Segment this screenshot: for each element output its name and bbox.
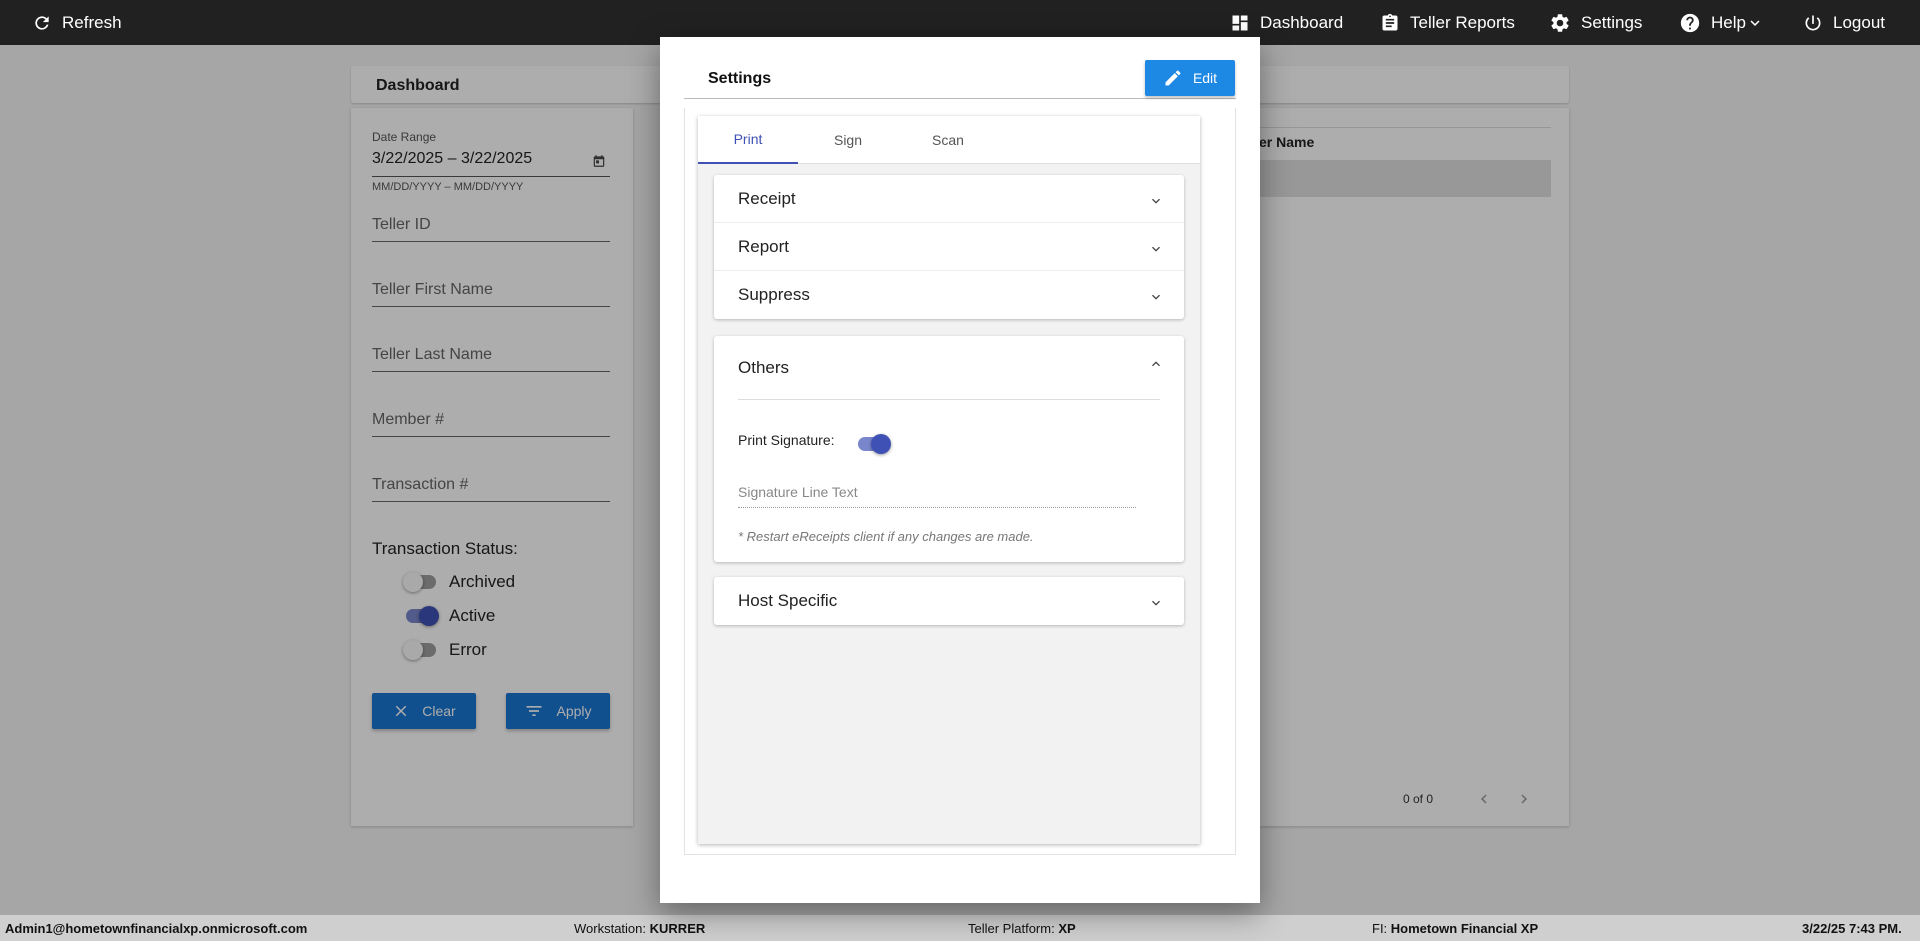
modal-title-divider	[684, 98, 1236, 99]
print-accordion: Receipt Report Suppress	[714, 175, 1184, 319]
tab-print[interactable]: Print	[698, 116, 798, 164]
footer-user: Admin1@hometownfinancialxp.onmicrosoft.c…	[5, 921, 308, 936]
footer-datetime: 3/22/25 7:43 PM.	[1802, 921, 1902, 936]
accordion-host-specific[interactable]: Host Specific	[714, 577, 1184, 625]
accordion-others-label: Others	[738, 358, 790, 377]
settings-modal: Settings Edit Print Sign Scan Receipt Re…	[660, 37, 1260, 903]
accordion-host-specific-group: Host Specific	[714, 577, 1184, 625]
settings-card: Print Sign Scan Receipt Report Suppress …	[698, 116, 1200, 844]
edit-label: Edit	[1192, 70, 1218, 86]
chevron-down-icon	[1148, 193, 1164, 214]
refresh-icon	[35, 15, 49, 30]
print-signature-label: Print Signature:	[738, 432, 835, 448]
footer-platform: Teller Platform: XP	[968, 921, 1076, 936]
chevron-down-icon	[1148, 289, 1164, 310]
accordion-suppress-label: Suppress	[738, 285, 810, 304]
refresh-button[interactable]: Refresh	[32, 0, 122, 45]
accordion-receipt[interactable]: Receipt	[714, 175, 1184, 223]
chevron-down-icon	[1750, 19, 1760, 26]
chevron-down-icon	[1148, 241, 1164, 262]
power-icon	[1805, 15, 1821, 30]
accordion-receipt-label: Receipt	[738, 189, 796, 208]
accordion-others-header[interactable]: Others	[714, 336, 1184, 396]
dashboard-icon	[1232, 15, 1248, 30]
help-icon	[1680, 13, 1700, 32]
others-divider	[738, 399, 1160, 400]
print-signature-toggle[interactable]	[855, 434, 891, 454]
nav-dashboard-label: Dashboard	[1260, 12, 1344, 32]
tab-sign[interactable]: Sign	[798, 116, 898, 164]
edit-button[interactable]: Edit	[1145, 60, 1235, 96]
nav-settings-label: Settings	[1581, 12, 1643, 32]
signature-line-text-input[interactable]: Signature Line Text	[738, 484, 1136, 508]
accordion-report[interactable]: Report	[714, 223, 1184, 271]
footer-workstation: Workstation: KURRER	[574, 921, 706, 936]
nav-logout[interactable]: Logout	[1803, 0, 1885, 45]
tab-scan[interactable]: Scan	[898, 116, 998, 164]
nav-settings[interactable]: Settings	[1549, 0, 1642, 45]
nav-logout-label: Logout	[1833, 12, 1885, 32]
modal-title: Settings	[708, 70, 772, 87]
settings-tabs: Print Sign Scan	[698, 116, 1200, 164]
pencil-icon	[1165, 70, 1181, 86]
accordion-host-specific-label: Host Specific	[738, 591, 838, 610]
nav-help[interactable]: Help	[1679, 0, 1764, 45]
chevron-down-icon	[1148, 595, 1164, 616]
accordion-others: Others Print Signature: Signature Line T…	[714, 336, 1184, 562]
accordion-report-label: Report	[738, 237, 790, 256]
accordion-suppress[interactable]: Suppress	[714, 271, 1184, 319]
nav-teller-reports[interactable]: Teller Reports	[1380, 0, 1515, 45]
nav-help-label: Help	[1711, 12, 1746, 32]
refresh-label: Refresh	[62, 12, 122, 32]
gear-icon	[1551, 13, 1569, 32]
nav-teller-reports-label: Teller Reports	[1410, 12, 1515, 32]
chevron-up-icon	[1148, 356, 1164, 377]
footer-fi: FI: Hometown Financial XP	[1372, 921, 1539, 936]
restart-note: * Restart eReceipts client if any change…	[738, 529, 1034, 544]
clipboard-icon	[1382, 13, 1398, 31]
status-footer: Admin1@hometownfinancialxp.onmicrosoft.c…	[0, 915, 1920, 941]
